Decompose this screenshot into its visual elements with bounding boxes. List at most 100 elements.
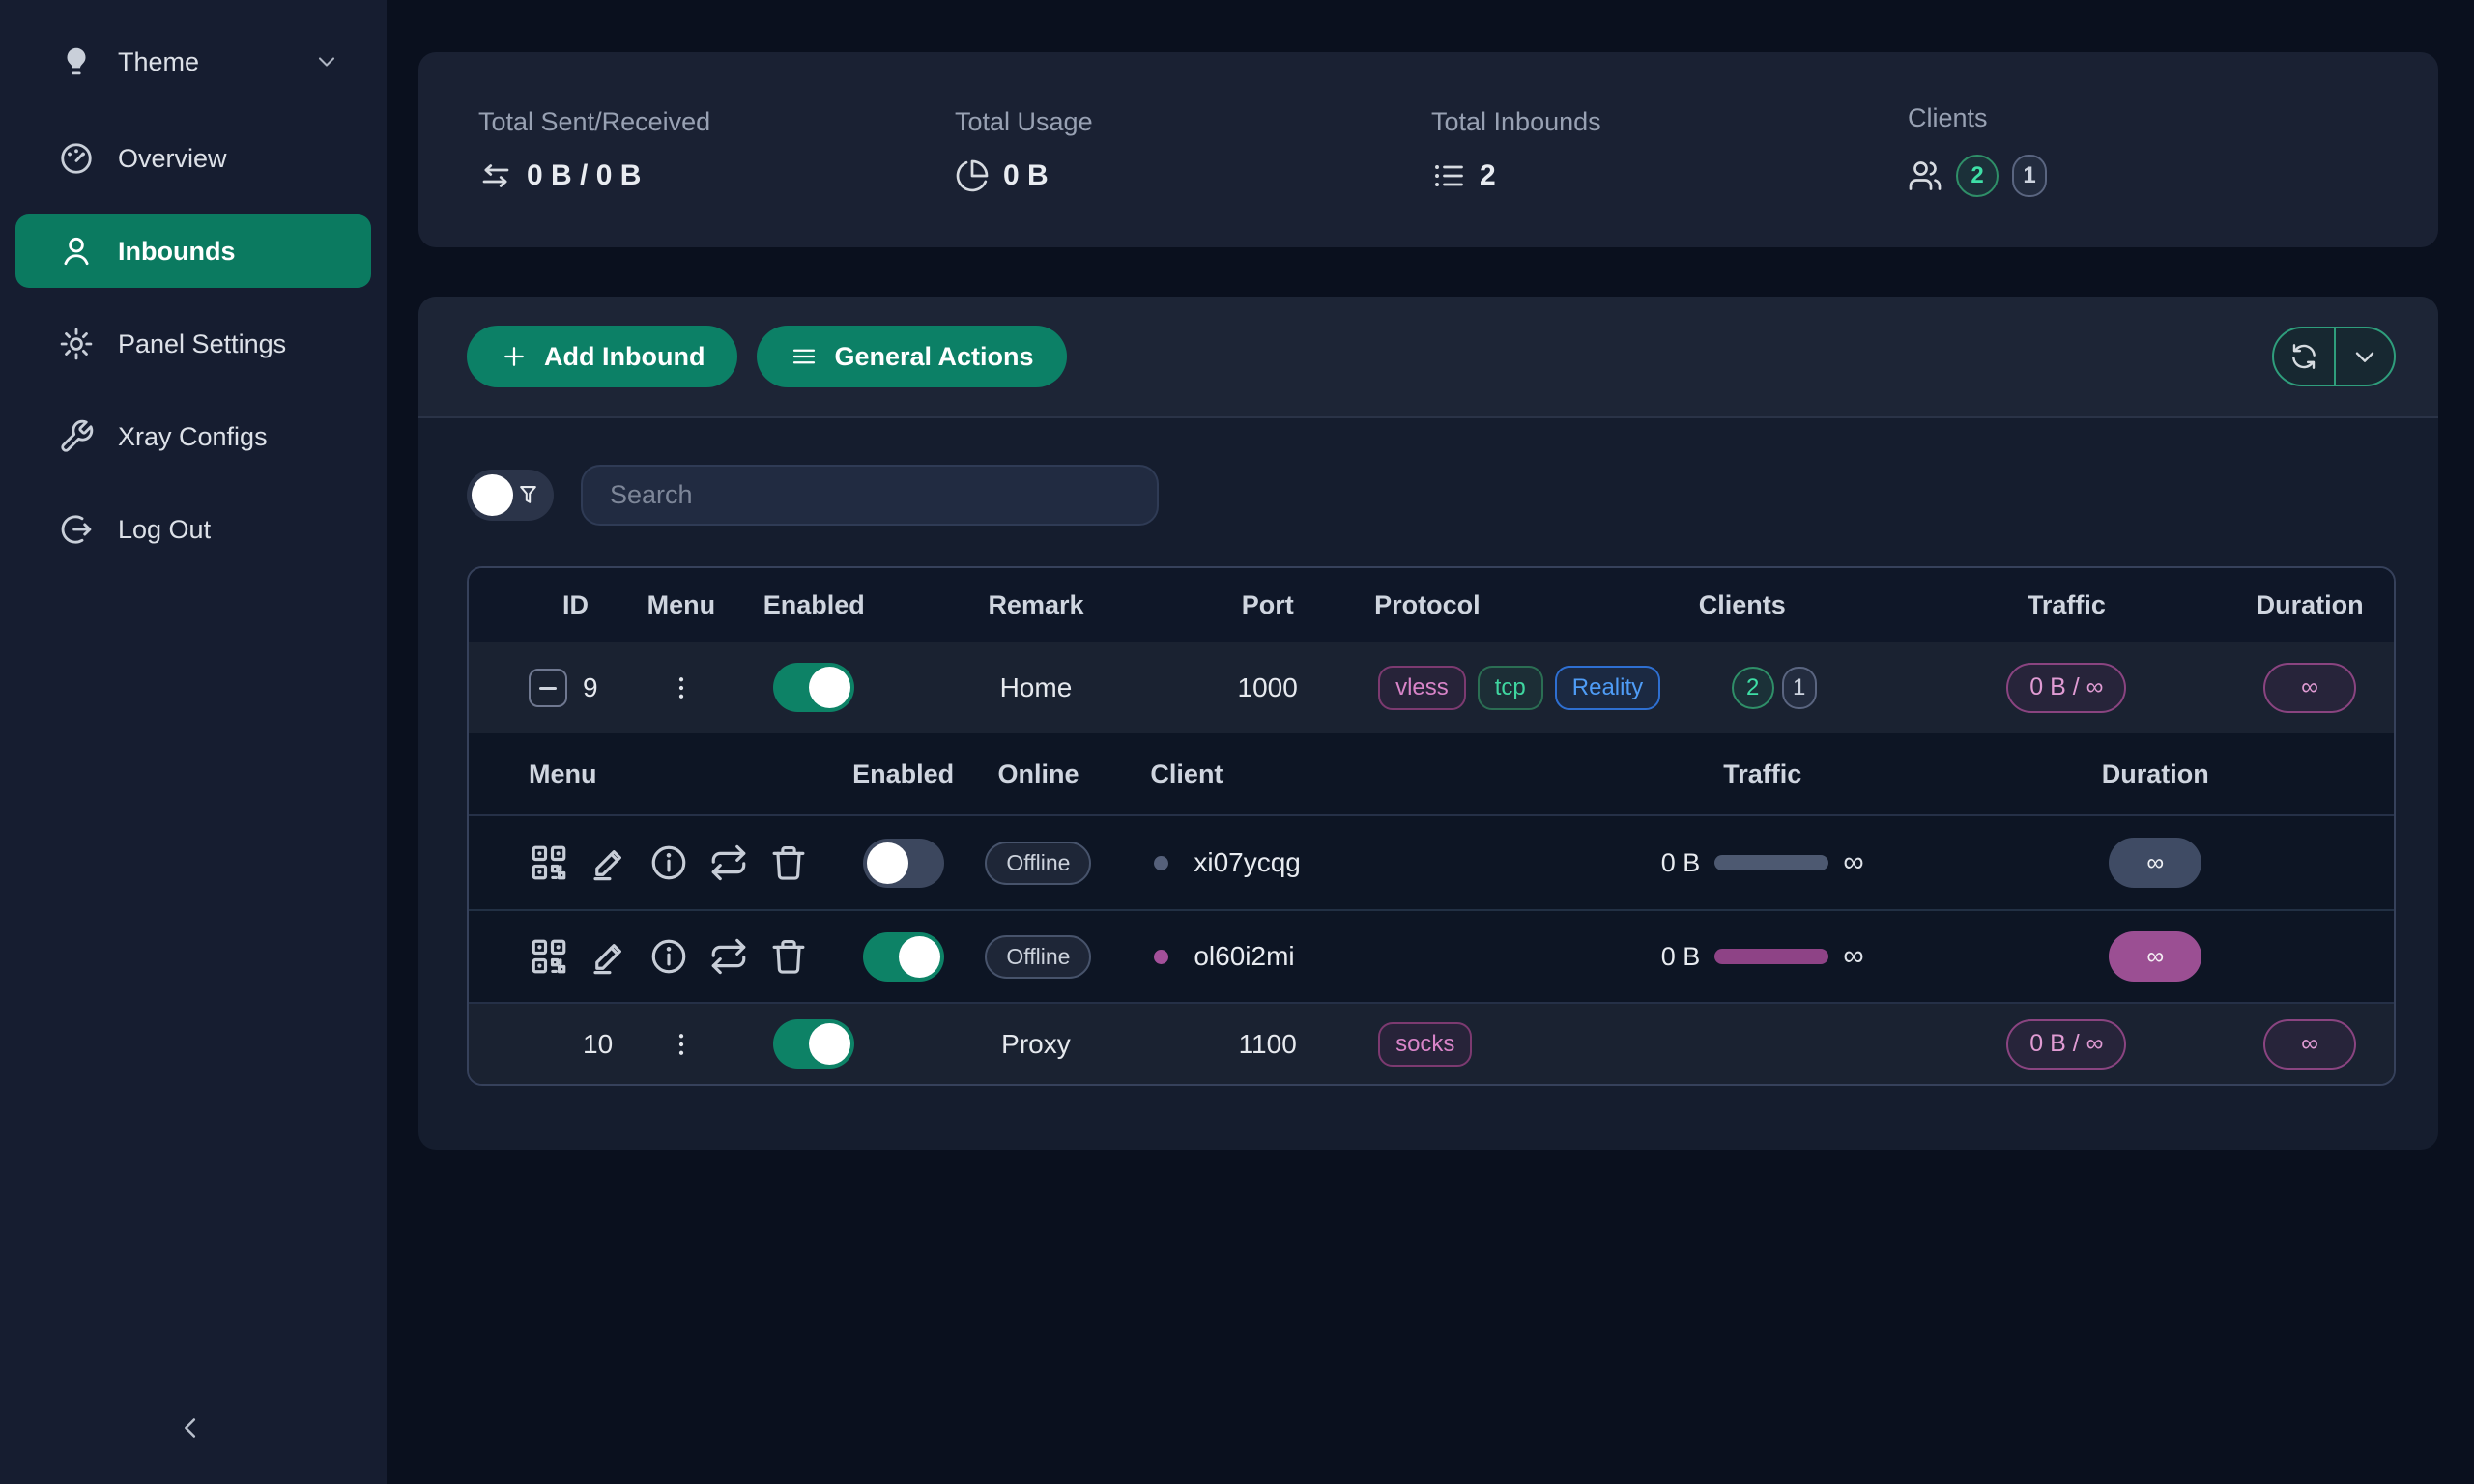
inbound-row-10: 10 Proxy 1100 socks 0 B / ∞ ∞: [469, 1002, 2394, 1084]
inbound-remark: Proxy: [904, 1029, 1169, 1060]
qr-code-button[interactable]: [529, 935, 571, 978]
stat-total-usage: Total Usage 0 B: [955, 107, 1431, 193]
client-traffic-value: 0 B: [1661, 848, 1701, 878]
subheader-duration: Duration: [1917, 759, 2394, 789]
inbound-id: 10: [583, 1029, 613, 1060]
edit-button[interactable]: [589, 935, 631, 978]
header-protocol: Protocol: [1366, 590, 1685, 620]
pencil-icon: [589, 936, 629, 977]
trash-icon: [768, 936, 809, 977]
refresh-button[interactable]: [2274, 328, 2334, 385]
sidebar-item-label: Panel Settings: [118, 329, 286, 359]
enabled-toggle[interactable]: [773, 1019, 854, 1069]
chevron-down-icon: [313, 48, 340, 75]
header-remark: Remark: [904, 590, 1169, 620]
sidebar-item-label: Inbounds: [118, 237, 235, 267]
traffic-pill: 0 B / ∞: [2006, 663, 2126, 713]
protocol-tag-tcp: tcp: [1478, 666, 1543, 710]
filter-toggle[interactable]: [467, 470, 554, 521]
row-menu-button[interactable]: [662, 667, 701, 709]
inbound-remark: Home: [904, 672, 1169, 703]
sidebar-item-xray-configs[interactable]: Xray Configs: [0, 400, 387, 473]
sidebar-collapse-button[interactable]: [162, 1399, 220, 1457]
inbound-id: 9: [583, 672, 598, 703]
sidebar-item-inbounds[interactable]: Inbounds: [15, 214, 371, 288]
subheader-enabled: Enabled: [855, 759, 952, 789]
logout-icon: [58, 511, 95, 548]
sidebar-item-label: Overview: [118, 144, 227, 174]
trash-icon: [768, 842, 809, 883]
client-enabled-toggle[interactable]: [863, 932, 944, 982]
subheader-menu: Menu: [469, 759, 855, 789]
stat-total-inbounds: Total Inbounds 2: [1431, 107, 1908, 193]
sidebar-item-panel-settings[interactable]: Panel Settings: [0, 307, 387, 381]
inbound-port: 1000: [1168, 672, 1366, 703]
client-name: ol60i2mi: [1194, 941, 1294, 972]
gauge-icon: [58, 140, 95, 177]
pie-chart-icon: [955, 158, 990, 193]
main-content: Total Sent/Received 0 B / 0 B Total Usag…: [387, 0, 2474, 1484]
header-enabled: Enabled: [725, 590, 904, 620]
search-row: [467, 465, 2438, 526]
info-button[interactable]: [648, 935, 691, 978]
inbound-row-9: 9 Home 1000 vless tcp Reality: [469, 642, 2394, 733]
clients-total-badge: 1: [2012, 155, 2047, 197]
info-icon: [648, 842, 689, 883]
header-port: Port: [1168, 590, 1366, 620]
clients-total-badge: 1: [1782, 667, 1817, 709]
general-actions-button[interactable]: General Actions: [757, 326, 1066, 387]
gear-icon: [58, 326, 95, 362]
refresh-dropdown-button[interactable]: [2334, 328, 2394, 385]
clients-subtable: Menu Enabled Online Client Traffic Durat…: [469, 733, 2394, 1002]
info-button[interactable]: [648, 842, 691, 884]
client-duration-pill: ∞: [2109, 931, 2201, 982]
qr-code-icon: [529, 842, 569, 883]
qr-code-button[interactable]: [529, 842, 571, 884]
panel-toolbar: Add Inbound General Actions: [418, 297, 2438, 418]
theme-selector[interactable]: Theme: [0, 25, 387, 99]
delete-button[interactable]: [768, 842, 811, 884]
header-clients: Clients: [1685, 590, 1908, 620]
wrench-icon: [58, 418, 95, 455]
toggle-knob: [472, 474, 513, 516]
chevron-down-icon: [2349, 341, 2380, 372]
client-enabled-toggle[interactable]: [863, 839, 944, 888]
stat-value: 2: [1480, 159, 1496, 192]
clients-online-badge: 2: [1732, 667, 1774, 709]
delete-button[interactable]: [768, 935, 811, 978]
client-color-dot: [1154, 950, 1168, 964]
protocol-tag-vless: vless: [1378, 666, 1466, 710]
row-menu-button[interactable]: [662, 1023, 701, 1066]
sidebar-item-logout[interactable]: Log Out: [0, 493, 387, 566]
sidebar-item-overview[interactable]: Overview: [0, 122, 387, 195]
search-input[interactable]: [581, 465, 1159, 526]
panel-body: ID Menu Enabled Remark Port Protocol Cli…: [418, 418, 2438, 1086]
header-duration: Duration: [2226, 590, 2394, 620]
traffic-limit: ∞: [1843, 846, 1863, 879]
theme-label: Theme: [118, 47, 199, 77]
dots-vertical-icon: [667, 671, 696, 704]
collapse-row-button[interactable]: [529, 669, 567, 707]
users-icon: [1908, 158, 1942, 193]
client-duration-pill: ∞: [2109, 838, 2201, 888]
traffic-limit: ∞: [1843, 940, 1863, 973]
inbound-port: 1100: [1168, 1029, 1366, 1060]
repeat-icon: [708, 936, 749, 977]
edit-button[interactable]: [589, 842, 631, 884]
swap-arrows-icon: [478, 158, 513, 193]
add-inbound-button[interactable]: Add Inbound: [467, 326, 737, 387]
sidebar-item-label: Xray Configs: [118, 422, 268, 452]
stats-bar: Total Sent/Received 0 B / 0 B Total Usag…: [418, 52, 2438, 247]
pencil-icon: [589, 842, 629, 883]
chevron-left-icon: [175, 1412, 208, 1444]
inbounds-table: ID Menu Enabled Remark Port Protocol Cli…: [467, 566, 2396, 1086]
online-status-badge: Offline: [985, 935, 1091, 979]
reset-traffic-button[interactable]: [708, 842, 751, 884]
sidebar: Theme Overview Inbounds Panel Settings: [0, 0, 387, 1484]
info-icon: [648, 936, 689, 977]
client-row-xi07ycqg: Offline xi07ycqg 0 B ∞ ∞: [469, 816, 2394, 909]
enabled-toggle[interactable]: [773, 663, 854, 712]
stat-value: 0 B / 0 B: [527, 159, 641, 192]
lightbulb-icon: [58, 43, 95, 80]
reset-traffic-button[interactable]: [708, 935, 751, 978]
